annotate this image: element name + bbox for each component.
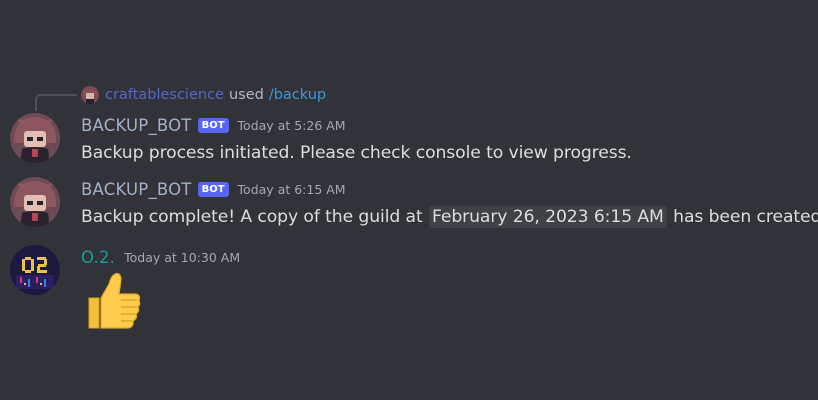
message-text: Backup complete! A copy of the guild at [81, 207, 423, 227]
message-header: BACKUP_BOT BOT Today at 5:26 AM [81, 116, 346, 135]
reply-used-text: used [228, 87, 264, 103]
username[interactable]: BACKUP_BOT [81, 180, 192, 199]
avatar[interactable] [10, 113, 60, 163]
message-content: Backup complete! A copy of the guild at … [81, 206, 818, 228]
reply-avatar[interactable] [81, 86, 99, 104]
username[interactable]: O.2. [81, 248, 115, 267]
username[interactable]: BACKUP_BOT [81, 116, 192, 135]
avatar[interactable] [10, 245, 60, 295]
message-header: BACKUP_BOT BOT Today at 6:15 AM [81, 180, 346, 199]
bot-tag: BOT [197, 182, 229, 197]
message-header: O.2. Today at 10:30 AM [81, 248, 240, 267]
thumbs-up-icon[interactable] [81, 270, 143, 332]
bot-tag: BOT [197, 118, 229, 133]
timestamp[interactable]: Today at 6:15 AM [238, 182, 346, 197]
timestamp[interactable]: Today at 5:26 AM [238, 118, 346, 133]
timestamp[interactable]: Today at 10:30 AM [124, 250, 240, 265]
reply-connector [35, 94, 77, 111]
message-text: has been created. [673, 207, 818, 227]
chat-messages: craftablescience used /backup BACKUP_BOT… [0, 0, 818, 400]
avatar[interactable] [10, 177, 60, 227]
reply-username[interactable]: craftablescience [105, 87, 224, 103]
timestamp-chip[interactable]: February 26, 2023 6:15 AM [429, 206, 667, 228]
message-content: Backup process initiated. Please check c… [81, 143, 632, 163]
reply-command[interactable]: /backup [269, 87, 326, 103]
command-reply-header[interactable]: craftablescience used /backup [81, 85, 326, 105]
